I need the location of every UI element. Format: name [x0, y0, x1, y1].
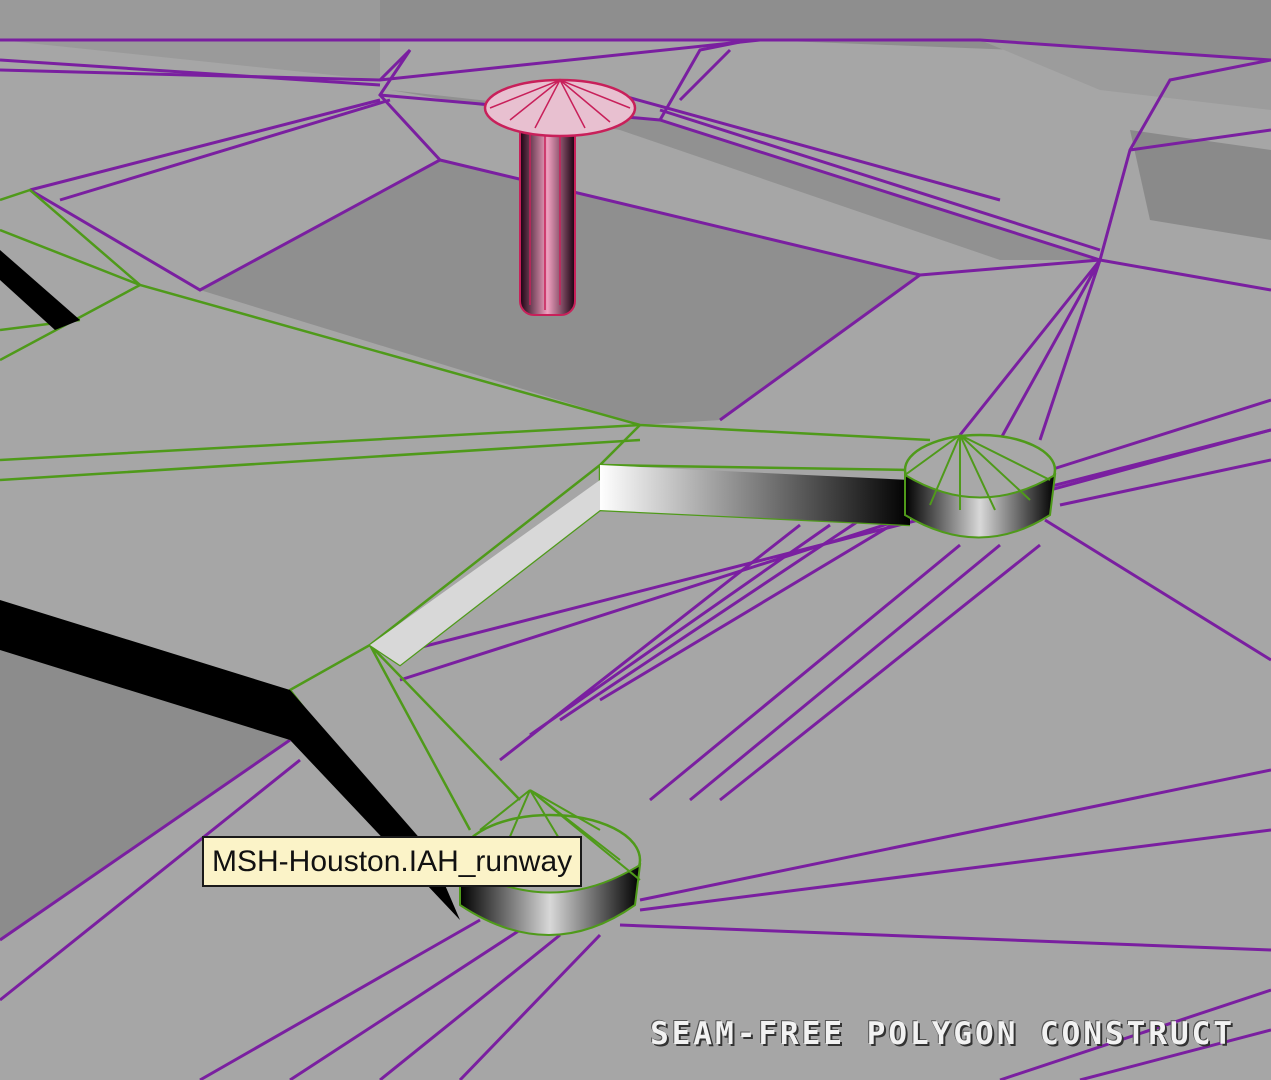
object-tooltip: MSH-Houston.IAH_runway — [202, 836, 583, 887]
3d-viewport[interactable]: MSH-Houston.IAH_runway SEAM-FREE POLYGON… — [0, 0, 1271, 1080]
runway-end-cap-right — [903, 433, 1057, 539]
caption-label: SEAM-FREE POLYGON CONSTRUCT — [650, 1016, 1235, 1052]
mesh-scene[interactable] — [0, 0, 1271, 1080]
terrain-surface — [0, 0, 1271, 1080]
